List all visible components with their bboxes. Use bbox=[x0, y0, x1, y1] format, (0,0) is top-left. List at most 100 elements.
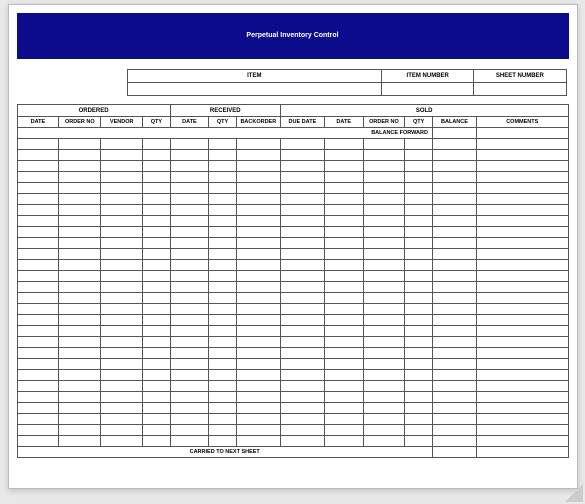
cell[interactable] bbox=[59, 337, 101, 348]
cell[interactable] bbox=[17, 227, 59, 238]
cell[interactable] bbox=[170, 161, 209, 172]
cell[interactable] bbox=[209, 392, 237, 403]
cell[interactable] bbox=[477, 381, 569, 392]
cell[interactable] bbox=[236, 249, 280, 260]
cell[interactable] bbox=[280, 139, 324, 150]
cell[interactable] bbox=[324, 183, 363, 194]
cell[interactable] bbox=[236, 293, 280, 304]
cell[interactable] bbox=[236, 315, 280, 326]
cell[interactable] bbox=[236, 161, 280, 172]
cell[interactable] bbox=[101, 161, 143, 172]
cell[interactable] bbox=[101, 249, 143, 260]
cell[interactable] bbox=[405, 139, 433, 150]
cell[interactable] bbox=[101, 172, 143, 183]
cell[interactable] bbox=[280, 205, 324, 216]
cell[interactable] bbox=[101, 282, 143, 293]
cell[interactable] bbox=[432, 183, 476, 194]
cell[interactable] bbox=[101, 183, 143, 194]
cell[interactable] bbox=[477, 172, 569, 183]
cell[interactable] bbox=[363, 337, 405, 348]
cell[interactable] bbox=[432, 139, 476, 150]
cell[interactable] bbox=[405, 172, 433, 183]
cell[interactable] bbox=[236, 370, 280, 381]
cell[interactable] bbox=[236, 359, 280, 370]
cell[interactable] bbox=[101, 205, 143, 216]
cell[interactable] bbox=[324, 403, 363, 414]
cell[interactable] bbox=[432, 216, 476, 227]
cell[interactable] bbox=[405, 293, 433, 304]
cell[interactable] bbox=[477, 425, 569, 436]
cell[interactable] bbox=[363, 436, 405, 447]
cell[interactable] bbox=[280, 161, 324, 172]
cell[interactable] bbox=[59, 139, 101, 150]
cell[interactable] bbox=[59, 381, 101, 392]
cell[interactable] bbox=[324, 392, 363, 403]
cell[interactable] bbox=[143, 139, 171, 150]
cell[interactable] bbox=[477, 370, 569, 381]
cell[interactable] bbox=[17, 337, 59, 348]
cell[interactable] bbox=[170, 414, 209, 425]
cell[interactable] bbox=[432, 271, 476, 282]
cell[interactable] bbox=[209, 216, 237, 227]
cell[interactable] bbox=[363, 238, 405, 249]
cell[interactable] bbox=[280, 271, 324, 282]
cell[interactable] bbox=[363, 172, 405, 183]
cell[interactable] bbox=[324, 161, 363, 172]
cell[interactable] bbox=[17, 348, 59, 359]
balance-forward-comments[interactable] bbox=[477, 128, 569, 139]
cell[interactable] bbox=[101, 436, 143, 447]
cell[interactable] bbox=[280, 425, 324, 436]
cell[interactable] bbox=[17, 183, 59, 194]
cell[interactable] bbox=[170, 370, 209, 381]
cell[interactable] bbox=[236, 139, 280, 150]
cell[interactable] bbox=[324, 150, 363, 161]
cell[interactable] bbox=[170, 359, 209, 370]
cell[interactable] bbox=[59, 403, 101, 414]
cell[interactable] bbox=[209, 227, 237, 238]
cell[interactable] bbox=[405, 315, 433, 326]
cell[interactable] bbox=[59, 392, 101, 403]
cell[interactable] bbox=[477, 271, 569, 282]
cell[interactable] bbox=[17, 271, 59, 282]
cell[interactable] bbox=[170, 403, 209, 414]
cell[interactable] bbox=[324, 381, 363, 392]
cell[interactable] bbox=[280, 194, 324, 205]
cell[interactable] bbox=[59, 293, 101, 304]
cell[interactable] bbox=[17, 359, 59, 370]
cell[interactable] bbox=[324, 293, 363, 304]
cell[interactable] bbox=[324, 249, 363, 260]
cell[interactable] bbox=[477, 194, 569, 205]
cell[interactable] bbox=[405, 150, 433, 161]
cell[interactable] bbox=[170, 216, 209, 227]
cell[interactable] bbox=[324, 315, 363, 326]
cell[interactable] bbox=[280, 392, 324, 403]
cell[interactable] bbox=[170, 249, 209, 260]
cell[interactable] bbox=[170, 381, 209, 392]
cell[interactable] bbox=[143, 425, 171, 436]
cell[interactable] bbox=[143, 205, 171, 216]
cell[interactable] bbox=[101, 348, 143, 359]
cell[interactable] bbox=[101, 359, 143, 370]
cell[interactable] bbox=[477, 293, 569, 304]
cell[interactable] bbox=[17, 205, 59, 216]
cell[interactable] bbox=[143, 282, 171, 293]
cell[interactable] bbox=[59, 260, 101, 271]
cell[interactable] bbox=[280, 359, 324, 370]
cell[interactable] bbox=[59, 414, 101, 425]
cell[interactable] bbox=[59, 161, 101, 172]
cell[interactable] bbox=[236, 227, 280, 238]
balance-forward-value[interactable] bbox=[432, 128, 476, 139]
cell[interactable] bbox=[363, 359, 405, 370]
cell[interactable] bbox=[432, 337, 476, 348]
cell[interactable] bbox=[432, 425, 476, 436]
cell[interactable] bbox=[17, 425, 59, 436]
cell[interactable] bbox=[405, 282, 433, 293]
cell[interactable] bbox=[209, 183, 237, 194]
cell[interactable] bbox=[101, 304, 143, 315]
cell[interactable] bbox=[59, 194, 101, 205]
cell[interactable] bbox=[101, 315, 143, 326]
cell[interactable] bbox=[363, 282, 405, 293]
cell[interactable] bbox=[432, 260, 476, 271]
cell[interactable] bbox=[477, 216, 569, 227]
cell[interactable] bbox=[363, 194, 405, 205]
